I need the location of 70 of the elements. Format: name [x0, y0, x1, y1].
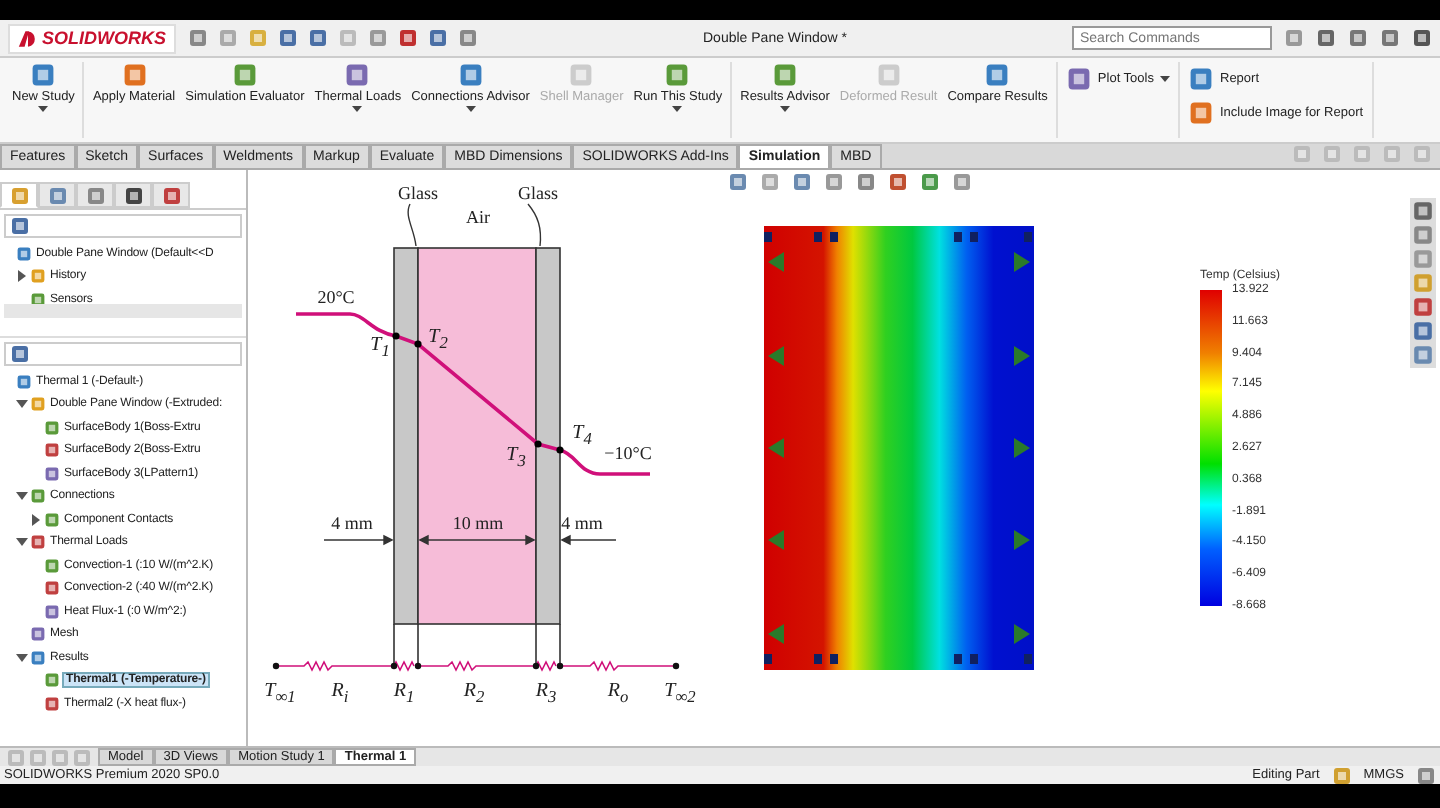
- diagram-label: T$_{3}$: [506, 445, 526, 471]
- leader-line: [407, 203, 417, 247]
- node-marker: [954, 232, 962, 242]
- node-marker: [1024, 654, 1032, 664]
- expand-caret-icon[interactable]: [16, 536, 28, 549]
- expand-caret-icon[interactable]: [16, 398, 28, 411]
- fixture-arrow: [768, 346, 784, 366]
- node-marker: [814, 232, 822, 242]
- fixture-arrow: [1014, 530, 1030, 550]
- fixture-arrow: [768, 252, 784, 272]
- node-marker: [954, 654, 962, 664]
- diagram-label: Air: [466, 209, 490, 227]
- diagram-label: −10°C: [604, 445, 652, 463]
- diagram-label: 4 mm: [561, 515, 603, 533]
- caret-icon: [465, 106, 476, 112]
- expand-caret-icon[interactable]: [16, 490, 28, 503]
- fixture-arrow: [768, 624, 784, 644]
- fixture-arrow: [768, 438, 784, 458]
- filter-field[interactable]: [4, 342, 242, 366]
- dimension-arrow: [323, 534, 394, 546]
- filter-field[interactable]: [4, 214, 242, 238]
- diagram-label: 10 mm: [452, 515, 504, 533]
- caret-icon: [352, 106, 363, 112]
- tool-icon: [1188, 100, 1214, 126]
- tool-icon: [1188, 66, 1214, 92]
- node-marker: [830, 654, 838, 664]
- app-logo[interactable]: SOLIDWORKS: [8, 23, 176, 53]
- diagram-label: R$_{1}$: [393, 681, 415, 707]
- expand-caret-icon[interactable]: [16, 270, 28, 283]
- diagram-label: T$_{∞1}$: [264, 681, 296, 707]
- expand-caret-icon[interactable]: [30, 513, 42, 526]
- node-marker: [814, 654, 822, 664]
- diagram-label: R$_{o}$: [607, 681, 629, 707]
- filter-icon: [10, 216, 30, 236]
- panel-tab[interactable]: [114, 182, 152, 208]
- fixture-arrow: [768, 530, 784, 550]
- node-marker: [764, 654, 772, 664]
- horizontal-scrollbar[interactable]: [4, 304, 242, 318]
- fixture-arrow: [1014, 346, 1030, 366]
- fixture-arrow: [1014, 624, 1030, 644]
- caret-icon: [780, 106, 791, 112]
- diagram-label: 4 mm: [331, 515, 373, 533]
- diagram-label: T$_{2}$: [428, 327, 448, 353]
- dimension-arrow: [418, 534, 536, 546]
- tool-icon: [1065, 66, 1092, 92]
- leader-line: [527, 203, 542, 247]
- fixture-arrow: [1014, 438, 1030, 458]
- diagram-label: T$_{∞2}$: [664, 681, 696, 707]
- panel-tab[interactable]: [152, 182, 190, 208]
- fixture-arrow: [1014, 252, 1030, 272]
- node-marker: [970, 654, 978, 664]
- node-marker: [970, 232, 978, 242]
- caret-icon: [1160, 76, 1170, 82]
- node-marker: [764, 232, 772, 242]
- logo-icon: [18, 29, 38, 47]
- dimension-arrow: [560, 534, 617, 546]
- node-marker: [830, 232, 838, 242]
- expand-caret-icon[interactable]: [16, 651, 28, 664]
- diagram-label: T$_{4}$: [572, 423, 592, 449]
- node-marker: [1024, 232, 1032, 242]
- diagram-label: 20°C: [317, 289, 355, 307]
- diagram-label: T$_{1}$: [370, 335, 390, 361]
- diagram-label: Glass: [518, 185, 558, 203]
- filter-icon: [10, 344, 30, 364]
- caret-icon: [672, 106, 683, 112]
- diagram-label: R$_{2}$: [463, 681, 485, 707]
- caret-icon: [38, 106, 49, 112]
- diagram-label: R$_{i}$: [331, 681, 349, 707]
- diagram-label: Glass: [398, 185, 438, 203]
- diagram-label: R$_{3}$: [535, 681, 557, 707]
